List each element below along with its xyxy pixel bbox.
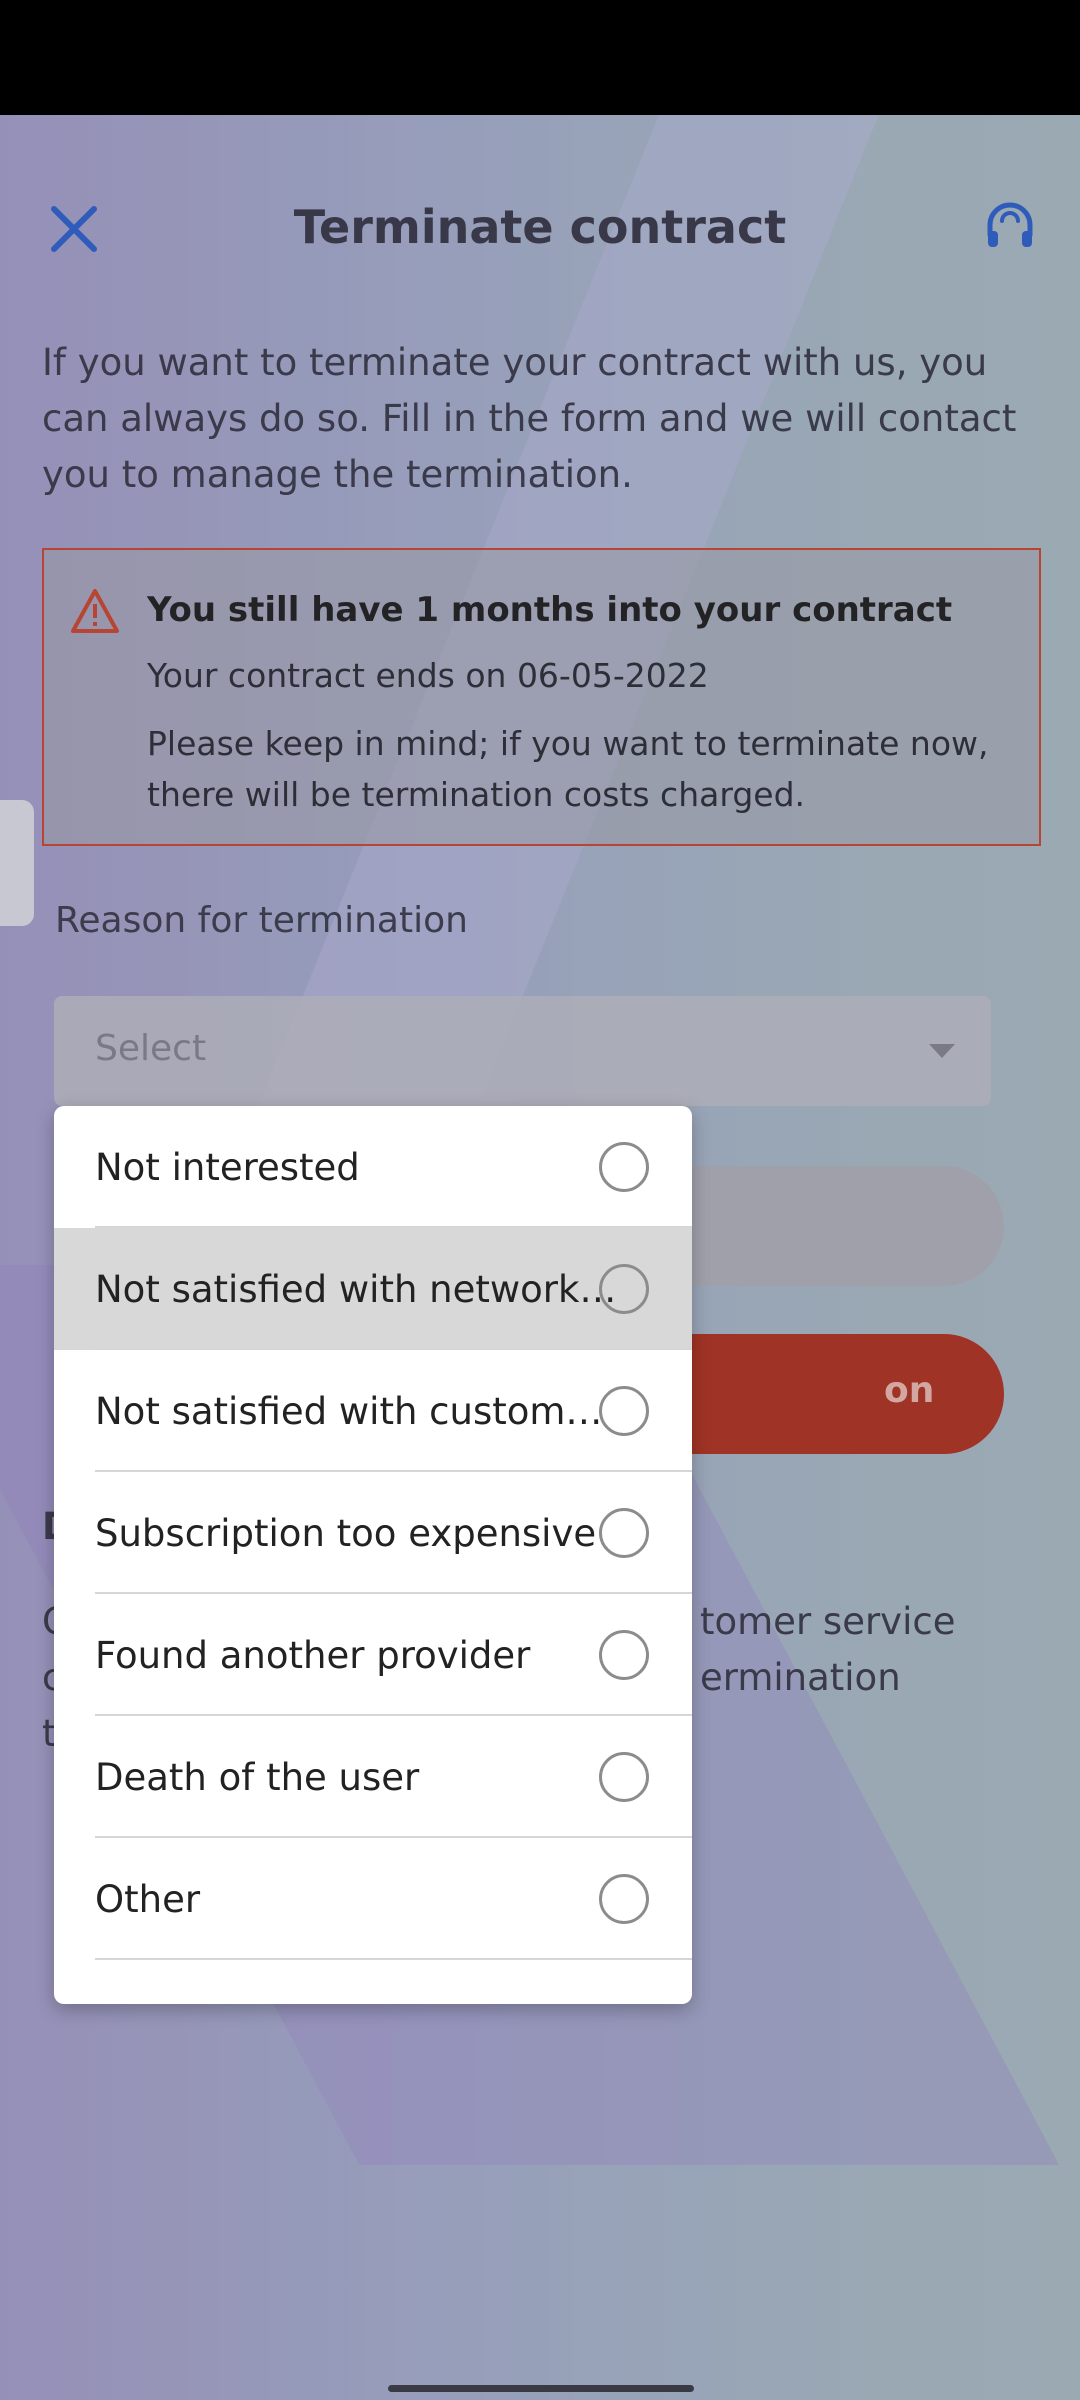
option-label: Not satisfied with network… bbox=[95, 1268, 617, 1311]
radio-icon[interactable] bbox=[599, 1508, 649, 1558]
option-label: Death of the user bbox=[95, 1756, 420, 1799]
option-label: Not satisfied with custom… bbox=[95, 1390, 603, 1433]
option-death-of-user[interactable]: Death of the user bbox=[54, 1716, 692, 1838]
divider bbox=[95, 1958, 692, 1960]
option-not-satisfied-network[interactable]: Not satisfied with network… bbox=[54, 1228, 692, 1350]
reason-dropdown[interactable]: Not interested Not satisfied with networ… bbox=[54, 1106, 692, 2004]
option-label: Other bbox=[95, 1878, 201, 1921]
option-other[interactable]: Other bbox=[54, 1838, 692, 1960]
radio-icon[interactable] bbox=[599, 1264, 649, 1314]
radio-icon[interactable] bbox=[599, 1142, 649, 1192]
radio-icon[interactable] bbox=[599, 1386, 649, 1436]
radio-icon[interactable] bbox=[599, 1874, 649, 1924]
option-too-expensive[interactable]: Subscription too expensive bbox=[54, 1472, 692, 1594]
option-not-satisfied-customer[interactable]: Not satisfied with custom… bbox=[54, 1350, 692, 1472]
option-another-provider[interactable]: Found another provider bbox=[54, 1594, 692, 1716]
radio-icon[interactable] bbox=[599, 1752, 649, 1802]
radio-icon[interactable] bbox=[599, 1630, 649, 1680]
option-not-interested[interactable]: Not interested bbox=[54, 1106, 692, 1228]
option-label: Not interested bbox=[95, 1146, 360, 1189]
home-indicator[interactable] bbox=[388, 2385, 694, 2392]
option-label: Subscription too expensive bbox=[95, 1512, 597, 1555]
option-label: Found another provider bbox=[95, 1634, 531, 1677]
status-bar bbox=[0, 0, 1080, 115]
